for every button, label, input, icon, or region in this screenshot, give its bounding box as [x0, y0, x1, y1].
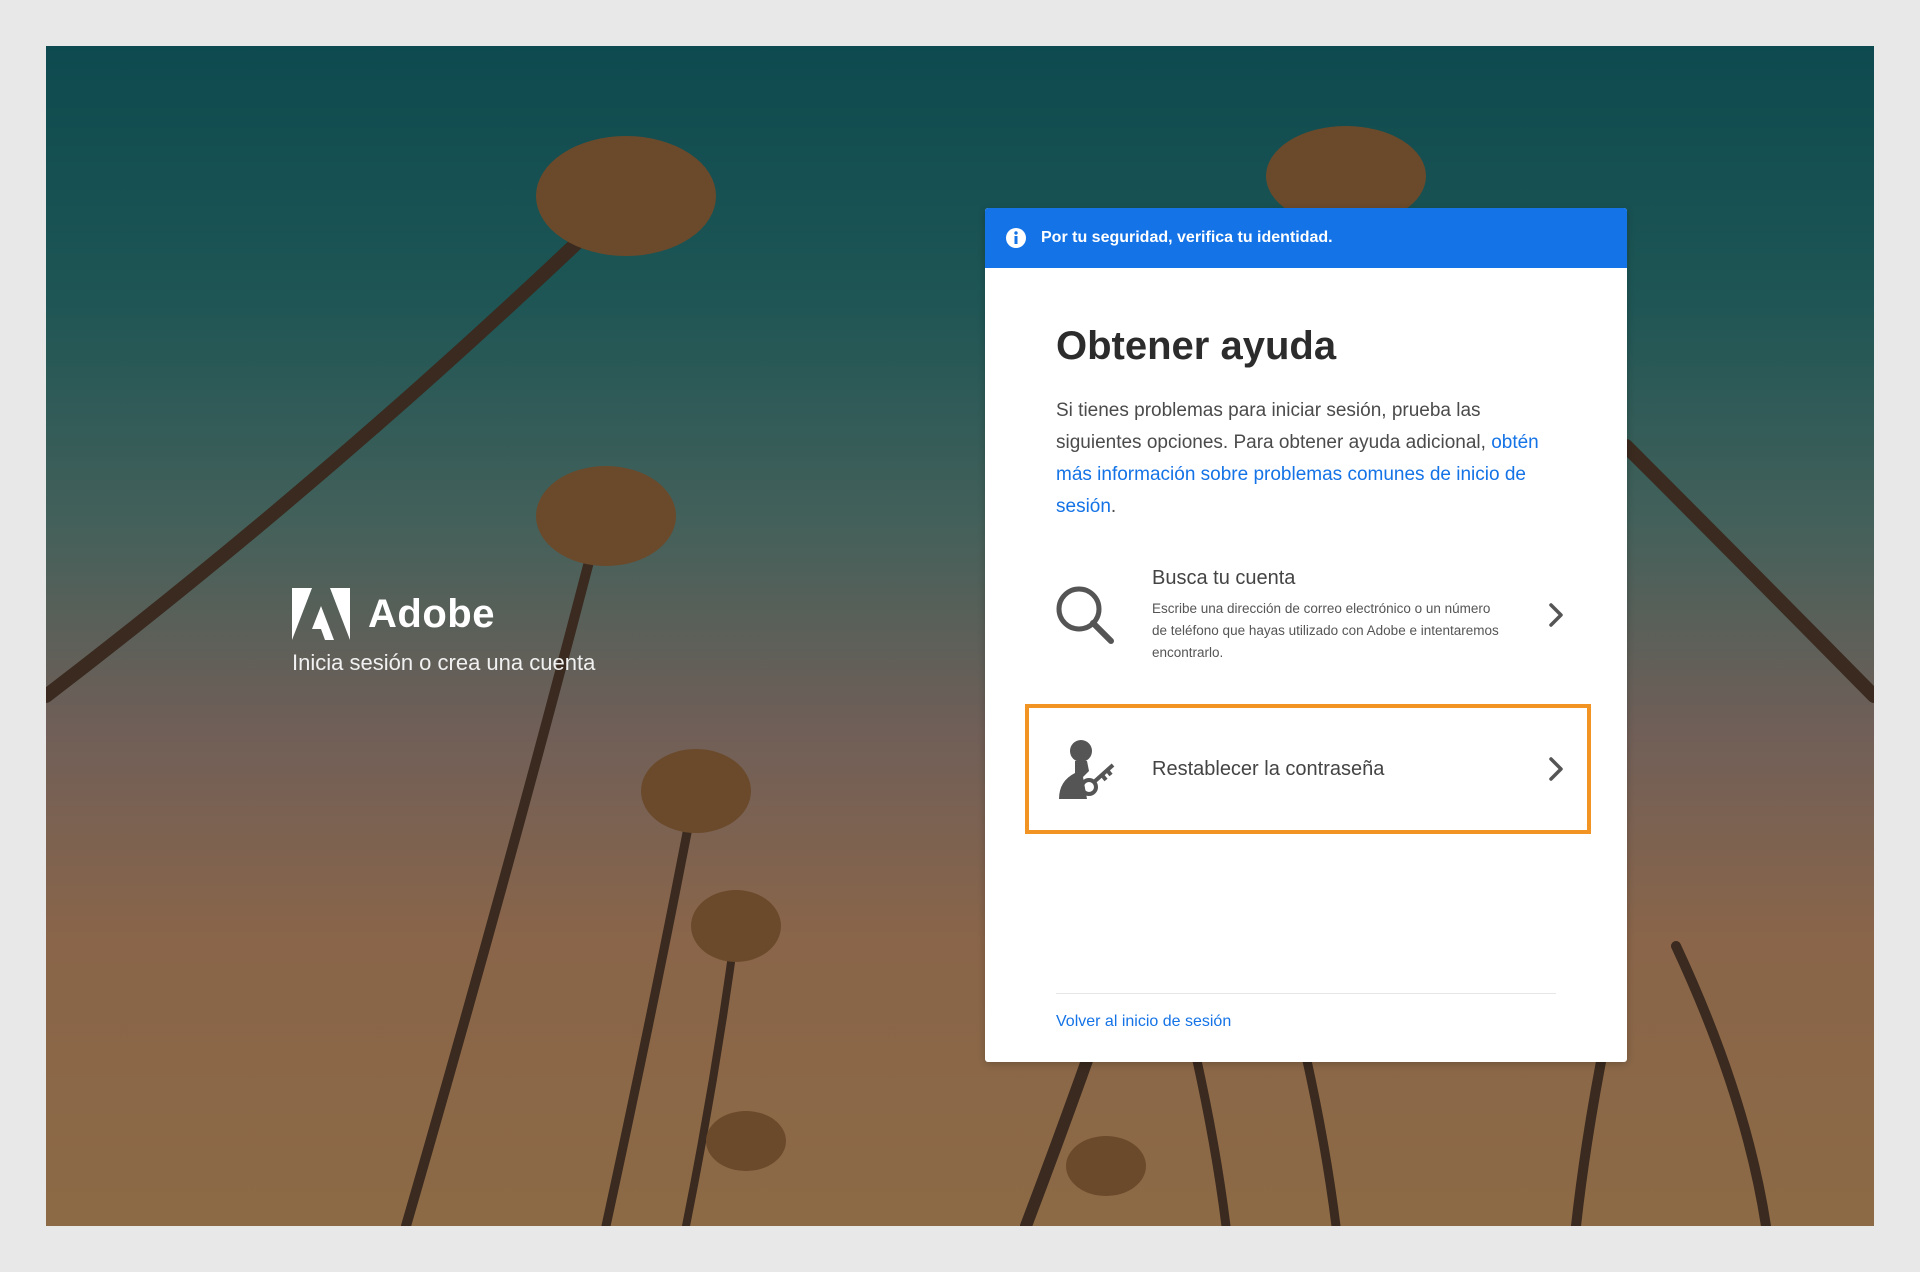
- brand-name: Adobe: [368, 591, 495, 636]
- divider: [1056, 993, 1556, 994]
- find-account-option[interactable]: Busca tu cuenta Escribe una dirección de…: [1025, 560, 1591, 670]
- find-account-description: Escribe una dirección de correo electrón…: [1152, 600, 1499, 660]
- help-description-text: Si tienes problemas para iniciar sesión,…: [1056, 400, 1492, 453]
- chevron-right-icon: [1549, 757, 1563, 781]
- adobe-logo-icon: [292, 588, 350, 640]
- reset-password-title: Restablecer la contraseña: [1152, 757, 1385, 780]
- background-photo: Adobe Inicia sesión o crea una cuenta Po…: [46, 46, 1874, 1226]
- reset-password-option[interactable]: Restablecer la contraseña: [1025, 704, 1591, 834]
- security-banner: Por tu seguridad, verifica tu identidad.: [985, 208, 1627, 268]
- help-description-end: .: [1110, 496, 1117, 517]
- help-card: Por tu seguridad, verifica tu identidad.…: [985, 208, 1627, 1062]
- user-key-icon: [1059, 740, 1115, 799]
- brand-block: Adobe Inicia sesión o crea una cuenta: [292, 588, 595, 676]
- back-to-sign-in-link[interactable]: Volver al inicio de sesión: [1056, 1013, 1231, 1031]
- page-title: Obtener ayuda: [1056, 324, 1337, 368]
- search-icon: [1056, 586, 1114, 644]
- find-account-title: Busca tu cuenta: [1152, 566, 1296, 589]
- help-description: Si tienes problemas para iniciar sesión,…: [1056, 395, 1556, 523]
- info-icon: [1006, 228, 1026, 248]
- banner-text: Por tu seguridad, verifica tu identidad.: [1041, 229, 1333, 246]
- brand-tagline: Inicia sesión o crea una cuenta: [292, 650, 596, 675]
- chevron-right-icon: [1549, 603, 1563, 627]
